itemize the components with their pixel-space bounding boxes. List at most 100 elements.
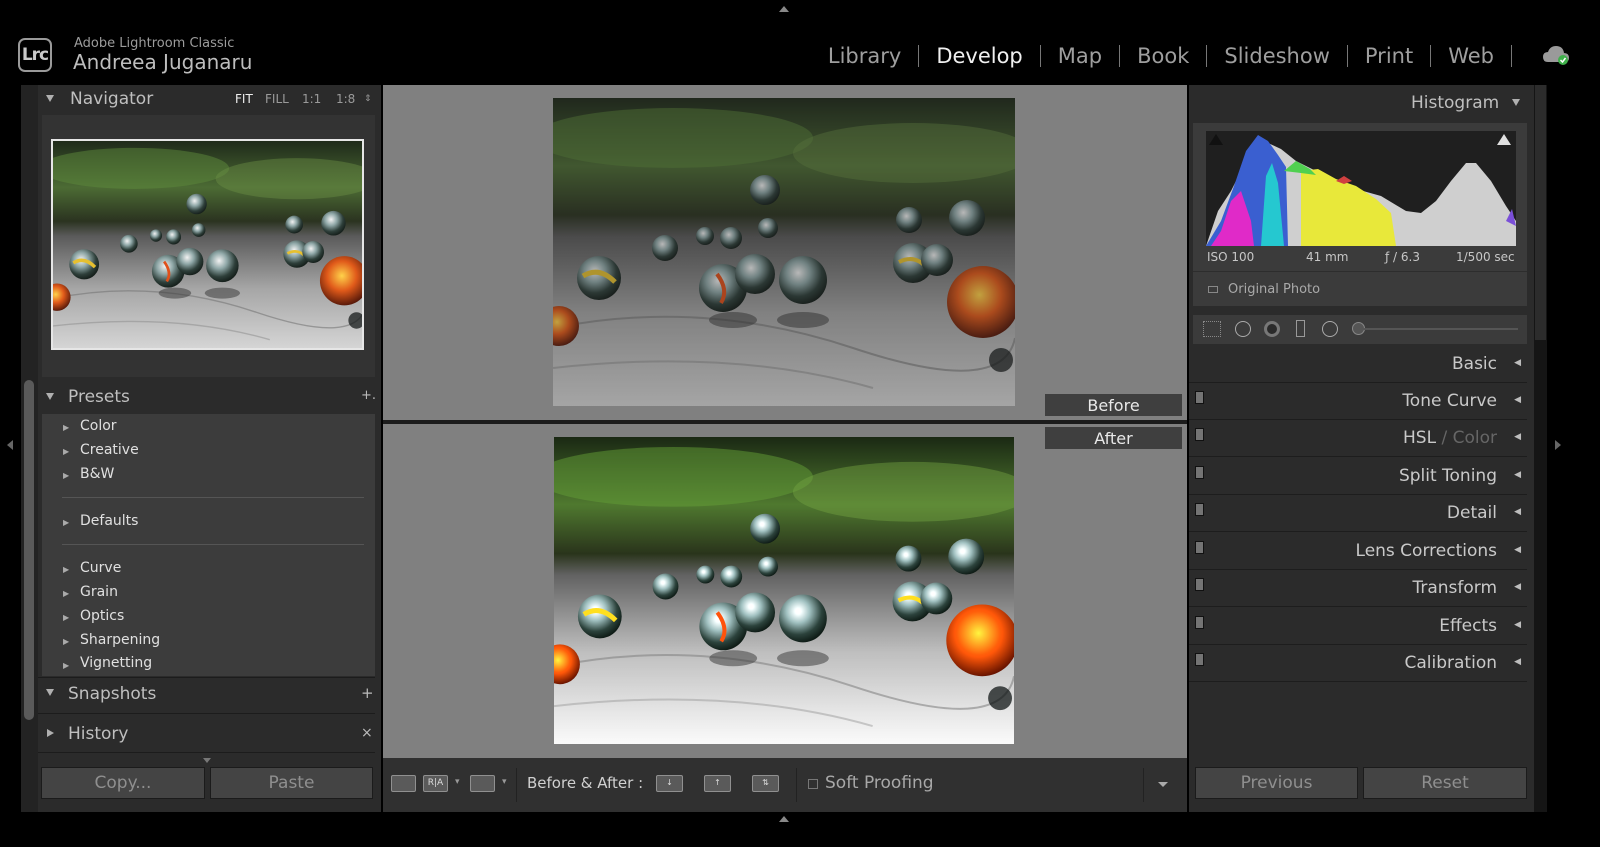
disclosure-arrow-icon[interactable]: ▶ bbox=[63, 518, 69, 527]
panel-switch-icon[interactable] bbox=[1195, 578, 1204, 591]
loupe-view-button[interactable] bbox=[391, 775, 416, 792]
toolbar-content-menu-icon[interactable] bbox=[1158, 782, 1168, 787]
disclosure-arrow-icon[interactable]: ▶ bbox=[63, 423, 69, 432]
panel-switch-icon[interactable] bbox=[1195, 503, 1204, 516]
color-tab[interactable]: Color bbox=[1453, 428, 1497, 448]
snapshots-title[interactable]: Snapshots bbox=[68, 684, 156, 704]
top-panel-toggle-icon[interactable] bbox=[779, 6, 789, 12]
hsl-tab[interactable]: HSL bbox=[1403, 428, 1436, 448]
copy-before-to-after-icon[interactable]: ↓ bbox=[656, 775, 683, 792]
zoom-1-1[interactable]: 1:1 bbox=[302, 92, 321, 106]
bottom-panel-toggle-icon[interactable] bbox=[779, 816, 789, 822]
soft-proofing-checkbox[interactable] bbox=[808, 779, 818, 789]
module-library[interactable]: Library bbox=[811, 44, 918, 68]
preset-group-curve[interactable]: Curve bbox=[80, 560, 121, 576]
module-develop[interactable]: Develop bbox=[919, 44, 1039, 68]
expand-arrow-icon[interactable]: ◀ bbox=[1514, 657, 1521, 667]
snapshots-collapse-icon[interactable] bbox=[46, 689, 54, 696]
expand-arrow-icon[interactable]: ◀ bbox=[1514, 395, 1521, 405]
navigator-preview-image[interactable] bbox=[51, 139, 364, 350]
zoom-1-8[interactable]: 1:8 bbox=[336, 92, 355, 106]
disclosure-arrow-icon[interactable]: ▶ bbox=[63, 589, 69, 598]
histogram-collapse-icon[interactable] bbox=[1512, 99, 1520, 106]
before-after-split-button[interactable] bbox=[470, 775, 495, 792]
right-panel-toggle-icon[interactable] bbox=[1555, 440, 1561, 450]
expand-arrow-icon[interactable]: ◀ bbox=[1514, 545, 1521, 555]
disclosure-arrow-icon[interactable]: ▶ bbox=[63, 447, 69, 456]
section-basic[interactable]: Basic ◀ bbox=[1189, 347, 1527, 383]
brush-size-slider[interactable] bbox=[1358, 328, 1518, 330]
preset-group-bw[interactable]: B&W bbox=[80, 466, 114, 482]
disclosure-arrow-icon[interactable]: ▶ bbox=[63, 471, 69, 480]
crop-overlay-icon[interactable] bbox=[1203, 321, 1221, 337]
red-eye-correction-icon[interactable] bbox=[1264, 321, 1280, 337]
preset-group-grain[interactable]: Grain bbox=[80, 584, 118, 600]
navigator-collapse-icon[interactable] bbox=[46, 95, 54, 102]
spot-removal-icon[interactable] bbox=[1235, 321, 1251, 337]
section-hsl-color[interactable]: HSL / Color ◀ bbox=[1189, 421, 1527, 457]
previous-button[interactable]: Previous bbox=[1195, 767, 1358, 799]
disclosure-arrow-icon[interactable]: ▶ bbox=[63, 613, 69, 622]
view-menu-arrow-icon[interactable]: ▾ bbox=[455, 777, 460, 787]
add-preset-button[interactable]: +. bbox=[361, 388, 376, 403]
navigator-title[interactable]: Navigator bbox=[70, 89, 153, 109]
module-print[interactable]: Print bbox=[1348, 44, 1430, 68]
copy-after-to-before-icon[interactable]: ↑ bbox=[704, 775, 731, 792]
expand-arrow-icon[interactable]: ◀ bbox=[1514, 470, 1521, 480]
preset-group-vignetting[interactable]: Vignetting bbox=[80, 655, 152, 671]
panel-switch-icon[interactable] bbox=[1195, 391, 1204, 404]
preset-group-optics[interactable]: Optics bbox=[80, 608, 124, 624]
panel-switch-icon[interactable] bbox=[1195, 466, 1204, 479]
section-lens-corrections[interactable]: Lens Corrections ◀ bbox=[1189, 534, 1527, 570]
histogram-graph[interactable] bbox=[1206, 131, 1516, 246]
expand-arrow-icon[interactable]: ◀ bbox=[1514, 620, 1521, 630]
module-book[interactable]: Book bbox=[1120, 44, 1206, 68]
section-effects[interactable]: Effects ◀ bbox=[1189, 609, 1527, 645]
radial-filter-icon[interactable] bbox=[1322, 321, 1338, 337]
copy-settings-button[interactable]: Copy... bbox=[41, 767, 205, 799]
right-scrollbar-thumb[interactable] bbox=[1535, 85, 1546, 340]
disclosure-arrow-icon[interactable]: ▶ bbox=[63, 565, 69, 574]
left-panel-toggle-icon[interactable] bbox=[7, 440, 13, 450]
before-image[interactable] bbox=[553, 98, 1015, 406]
module-map[interactable]: Map bbox=[1041, 44, 1119, 68]
section-transform[interactable]: Transform ◀ bbox=[1189, 571, 1527, 607]
cloud-sync-icon[interactable] bbox=[1542, 44, 1570, 66]
section-tone-curve[interactable]: Tone Curve ◀ bbox=[1189, 384, 1527, 420]
split-menu-arrow-icon[interactable]: ▾ bbox=[502, 777, 507, 787]
section-split-toning[interactable]: Split Toning ◀ bbox=[1189, 459, 1527, 495]
expand-arrow-icon[interactable]: ◀ bbox=[1514, 432, 1521, 442]
preset-group-defaults[interactable]: Defaults bbox=[80, 513, 138, 529]
preset-group-sharpening[interactable]: Sharpening bbox=[80, 632, 160, 648]
expand-arrow-icon[interactable]: ◀ bbox=[1514, 507, 1521, 517]
module-web[interactable]: Web bbox=[1431, 44, 1511, 68]
preset-group-creative[interactable]: Creative bbox=[80, 442, 139, 458]
section-calibration[interactable]: Calibration ◀ bbox=[1189, 646, 1527, 682]
disclosure-arrow-icon[interactable]: ▶ bbox=[63, 637, 69, 646]
left-scrollbar-thumb[interactable] bbox=[24, 380, 34, 720]
after-image[interactable] bbox=[554, 437, 1014, 744]
zoom-fit[interactable]: FIT bbox=[235, 92, 253, 106]
panel-switch-icon[interactable] bbox=[1195, 541, 1204, 554]
expand-arrow-icon[interactable]: ◀ bbox=[1514, 358, 1521, 368]
disclosure-arrow-icon[interactable]: ▶ bbox=[63, 661, 69, 670]
reset-button[interactable]: Reset bbox=[1363, 767, 1527, 799]
paste-settings-button[interactable]: Paste bbox=[210, 767, 373, 799]
preset-group-color[interactable]: Color bbox=[80, 418, 117, 434]
before-after-view-button[interactable]: R|A bbox=[423, 775, 448, 792]
panel-expand-icon[interactable] bbox=[203, 758, 211, 763]
zoom-menu-icon[interactable]: ⇕ bbox=[364, 94, 372, 104]
history-title[interactable]: History bbox=[68, 724, 128, 744]
expand-arrow-icon[interactable]: ◀ bbox=[1514, 582, 1521, 592]
history-expand-icon[interactable] bbox=[47, 729, 54, 737]
zoom-fill[interactable]: FILL bbox=[265, 92, 289, 106]
panel-switch-icon[interactable] bbox=[1195, 616, 1204, 629]
clear-history-button[interactable]: × bbox=[361, 725, 373, 741]
presets-title[interactable]: Presets bbox=[68, 387, 130, 407]
panel-switch-icon[interactable] bbox=[1195, 653, 1204, 666]
module-slideshow[interactable]: Slideshow bbox=[1207, 44, 1347, 68]
presets-collapse-icon[interactable] bbox=[46, 393, 54, 400]
graduated-filter-icon[interactable] bbox=[1296, 320, 1305, 337]
section-detail[interactable]: Detail ◀ bbox=[1189, 496, 1527, 532]
add-snapshot-button[interactable]: + bbox=[361, 684, 374, 702]
